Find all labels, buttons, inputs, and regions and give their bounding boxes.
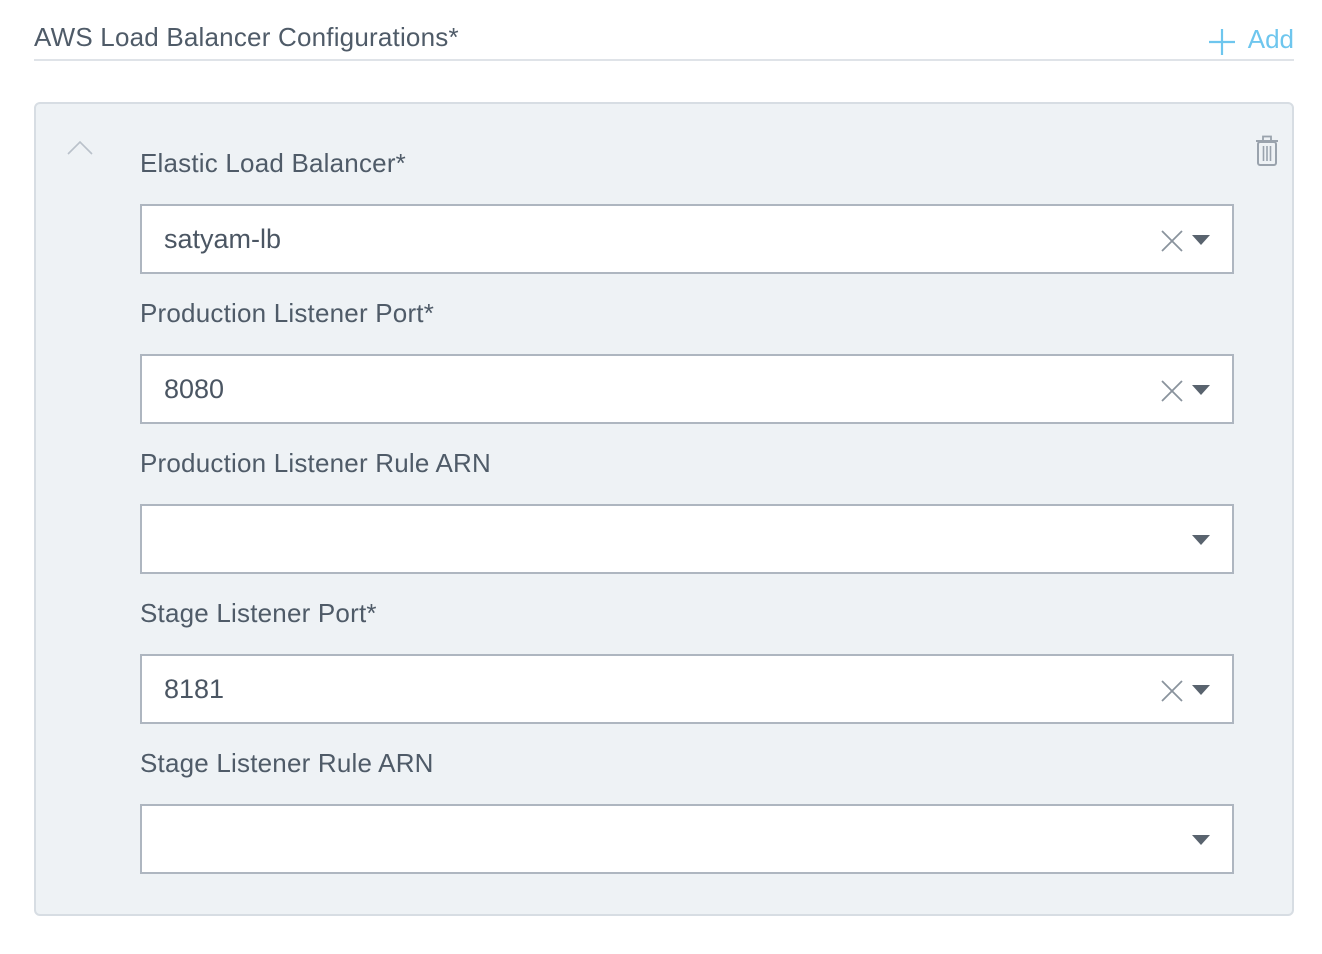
stage-listener-port-label: Stage Listener Port* [140,598,377,628]
add-configuration-button[interactable]: Add [1208,22,1294,56]
caret-down-icon[interactable] [1192,684,1210,696]
caret-down-icon[interactable] [1192,234,1210,246]
elastic-load-balancer-label: Elastic Load Balancer* [140,148,406,178]
caret-down-icon[interactable] [1192,384,1210,396]
chevron-up-icon[interactable] [66,138,94,156]
elastic-load-balancer-value: satyam-lb [164,224,282,254]
page: AWS Load Balancer Configurations* Add El… [0,0,1322,954]
close-icon[interactable] [1160,229,1184,253]
section-header: AWS Load Balancer Configurations* Add [34,0,1294,61]
stage-listener-port-select[interactable]: 8181 [140,654,1234,724]
close-icon[interactable] [1160,679,1184,703]
caret-down-icon[interactable] [1192,534,1210,546]
stage-listener-rule-arn-label: Stage Listener Rule ARN [140,748,434,778]
stage-listener-port-value: 8181 [164,674,225,704]
production-listener-port-select[interactable]: 8080 [140,354,1234,424]
production-listener-rule-arn-select[interactable] [140,504,1234,574]
plus-icon [1208,29,1235,55]
production-listener-port-value: 8080 [164,374,225,404]
caret-down-icon[interactable] [1192,834,1210,846]
elastic-load-balancer-select[interactable]: satyam-lb [140,204,1234,274]
load-balancer-config-card: Elastic Load Balancer* satyam-lb Product… [34,102,1294,916]
add-button-label: Add [1247,23,1294,54]
production-listener-rule-arn-label: Production Listener Rule ARN [140,448,492,478]
close-icon[interactable] [1160,379,1184,403]
production-listener-port-label: Production Listener Port* [140,298,435,328]
trash-icon[interactable] [1254,135,1280,167]
stage-listener-rule-arn-select[interactable] [140,804,1234,874]
section-title: AWS Load Balancer Configurations* [34,22,459,52]
